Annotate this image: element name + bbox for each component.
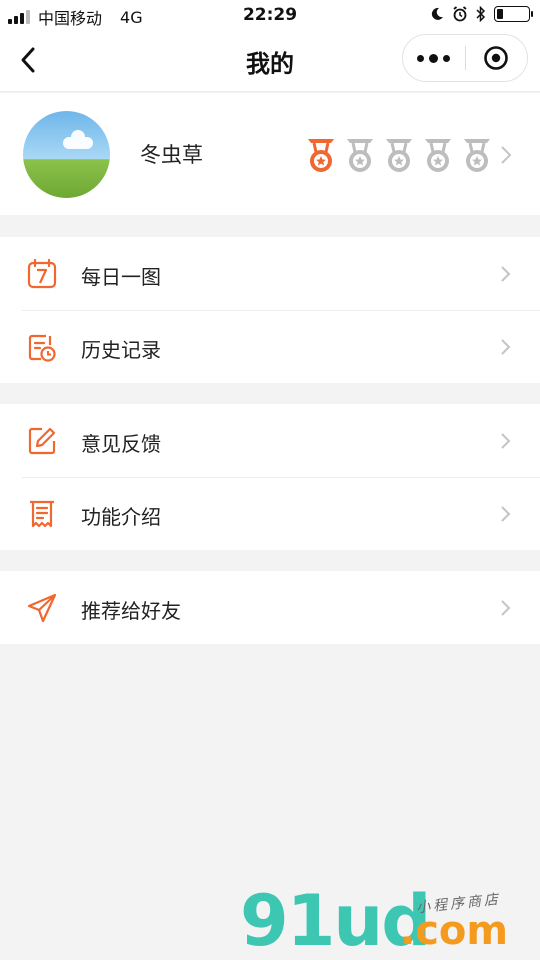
moon-icon: [431, 7, 443, 20]
menu-item-label: 每日一图: [81, 265, 161, 289]
target-close-icon[interactable]: [465, 45, 527, 71]
menu-item-daily-image[interactable]: 每日一图: [0, 237, 540, 310]
medal-icon-2: [347, 139, 373, 172]
status-bar: 中国移动 4G 22:29: [0, 0, 540, 30]
menu-item-label: 意见反馈: [81, 432, 161, 456]
menu-item-label: 推荐给好友: [81, 599, 181, 623]
medal-icon-5: [464, 139, 490, 172]
watermark-logo: 91ud .com 小程序商店: [240, 885, 540, 960]
profile-card[interactable]: 冬虫草: [0, 93, 540, 215]
username: 冬虫草: [140, 143, 203, 167]
nav-bar: 我的: [0, 30, 540, 92]
medal-row[interactable]: [305, 137, 493, 175]
chevron-right-icon: [501, 339, 511, 355]
status-right: [430, 6, 533, 22]
menu-item-share[interactable]: 推荐给好友: [0, 571, 540, 644]
battery-icon: [494, 6, 533, 22]
avatar[interactable]: [23, 111, 110, 198]
more-dots-icon[interactable]: [403, 53, 465, 63]
alarm-icon: [453, 6, 467, 22]
menu-item-features[interactable]: 功能介绍: [0, 477, 540, 550]
medal-icon-1: [308, 139, 334, 172]
chevron-right-icon: [501, 506, 511, 522]
menu-group-1: 每日一图 历史记录: [0, 237, 540, 383]
menu-group-3: 推荐给好友: [0, 571, 540, 644]
menu-item-feedback[interactable]: 意见反馈: [0, 404, 540, 477]
chevron-right-icon: [501, 600, 511, 616]
history-clock-icon: [28, 334, 56, 362]
chevron-right-icon: [501, 433, 511, 449]
medal-icon-3: [386, 139, 412, 172]
menu-group-2: 意见反馈 功能介绍: [0, 404, 540, 550]
paper-plane-icon: [27, 593, 57, 623]
menu-item-label: 功能介绍: [81, 505, 161, 529]
calendar-7-icon: [27, 258, 57, 289]
chevron-right-icon: [501, 146, 512, 164]
bluetooth-icon: [476, 6, 486, 22]
miniprogram-capsule: [402, 34, 528, 82]
edit-pencil-icon: [28, 427, 56, 455]
receipt-icon: [30, 500, 54, 528]
menu-item-history[interactable]: 历史记录: [0, 310, 540, 383]
medal-icon-4: [425, 139, 451, 172]
chevron-right-icon: [501, 266, 511, 282]
menu-item-label: 历史记录: [81, 338, 161, 362]
